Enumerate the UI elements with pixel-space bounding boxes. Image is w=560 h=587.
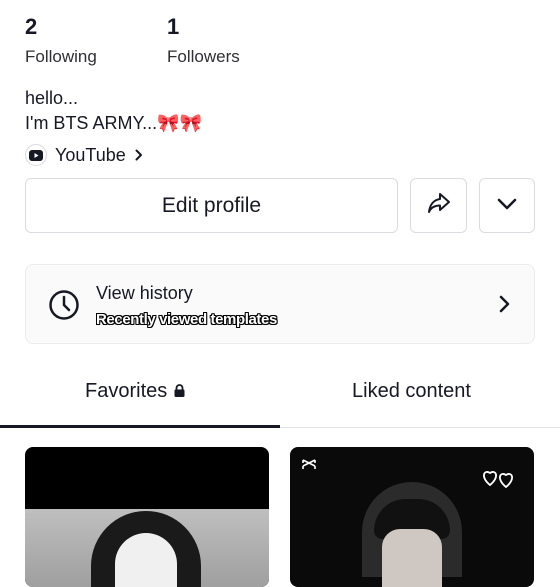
active-tab-indicator bbox=[0, 425, 280, 428]
favorite-thumbnail[interactable] bbox=[25, 447, 269, 587]
bio-line-1: hello... bbox=[25, 88, 79, 108]
following-count[interactable]: 2 bbox=[25, 14, 37, 40]
tab-liked-content[interactable]: Liked content bbox=[352, 380, 471, 403]
thumbnail-face bbox=[382, 529, 442, 587]
tab-favorites-label: Favorites bbox=[85, 380, 168, 402]
thumbnail-face bbox=[115, 533, 177, 587]
more-options-button[interactable] bbox=[479, 178, 535, 233]
share-icon bbox=[427, 192, 451, 219]
bio: hello... I'm BTS ARMY...🎀🎀 bbox=[25, 86, 202, 136]
tab-favorites[interactable]: Favorites bbox=[85, 380, 185, 403]
chevron-down-icon bbox=[497, 197, 517, 215]
favorite-thumbnail[interactable] bbox=[290, 447, 534, 587]
edit-profile-button[interactable]: Edit profile bbox=[25, 178, 398, 233]
hearts-icon bbox=[482, 465, 516, 496]
followers-label[interactable]: Followers bbox=[167, 47, 240, 67]
capcut-logo-icon bbox=[302, 457, 316, 478]
youtube-icon bbox=[25, 144, 47, 166]
youtube-link[interactable]: YouTube bbox=[25, 144, 144, 166]
following-label[interactable]: Following bbox=[25, 47, 97, 67]
followers-count[interactable]: 1 bbox=[167, 14, 179, 40]
chevron-right-icon bbox=[498, 295, 510, 318]
bio-line-2: I'm BTS ARMY...🎀🎀 bbox=[25, 113, 202, 133]
lock-icon bbox=[174, 380, 185, 403]
history-subtitle: Recently viewed templates bbox=[96, 311, 277, 328]
youtube-link-label: YouTube bbox=[55, 144, 126, 165]
clock-icon bbox=[48, 289, 80, 326]
chevron-right-icon bbox=[134, 145, 144, 166]
history-title: View history bbox=[96, 283, 193, 303]
view-history-card[interactable]: View history Recently viewed templates bbox=[25, 264, 535, 344]
share-button[interactable] bbox=[410, 178, 467, 233]
